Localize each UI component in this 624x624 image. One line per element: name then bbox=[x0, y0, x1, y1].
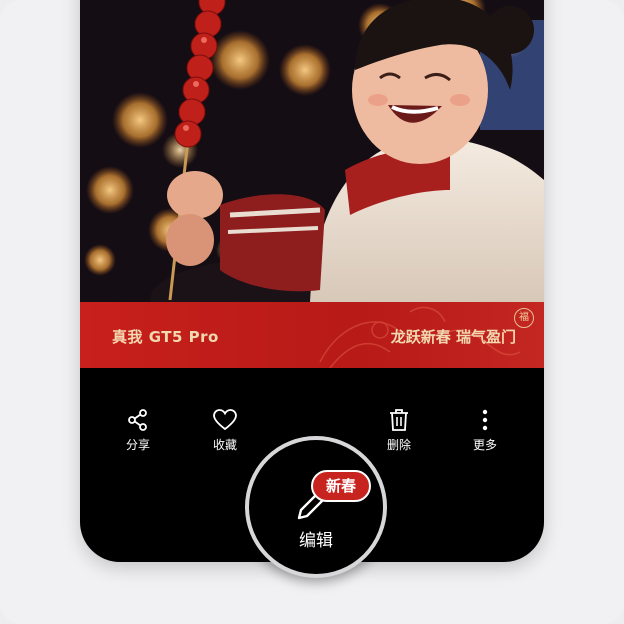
share-button[interactable]: 分享 bbox=[108, 406, 168, 453]
share-label: 分享 bbox=[125, 438, 150, 452]
delete-button[interactable]: 删除 bbox=[369, 406, 429, 453]
brand-text: 真我 GT5 Pro bbox=[112, 328, 219, 346]
fu-seal: 福 bbox=[514, 308, 534, 328]
delete-label: 删除 bbox=[386, 438, 411, 452]
edit-label: 编辑 bbox=[299, 531, 333, 551]
favorite-label: 收藏 bbox=[212, 438, 237, 452]
heart-icon bbox=[213, 409, 237, 431]
photo[interactable] bbox=[80, 0, 544, 302]
trash-icon bbox=[390, 409, 408, 431]
share-icon bbox=[128, 409, 147, 431]
more-vertical-icon bbox=[482, 409, 488, 431]
preview-card: 真我 GT5 Pro 龙跃新春 瑞气盈门 福 分享 收藏 删除 更多 新春 编辑 bbox=[0, 0, 624, 624]
new-year-badge: 新春 bbox=[311, 470, 371, 502]
watermark-band: 真我 GT5 Pro 龙跃新春 瑞气盈门 福 bbox=[80, 302, 544, 368]
slogan-text: 龙跃新春 瑞气盈门 bbox=[390, 328, 516, 346]
more-button[interactable]: 更多 bbox=[455, 406, 515, 453]
photo-illustration bbox=[80, 0, 544, 302]
favorite-button[interactable]: 收藏 bbox=[195, 406, 255, 453]
edit-button[interactable]: 新春 编辑 bbox=[245, 436, 387, 578]
more-label: 更多 bbox=[472, 438, 497, 452]
